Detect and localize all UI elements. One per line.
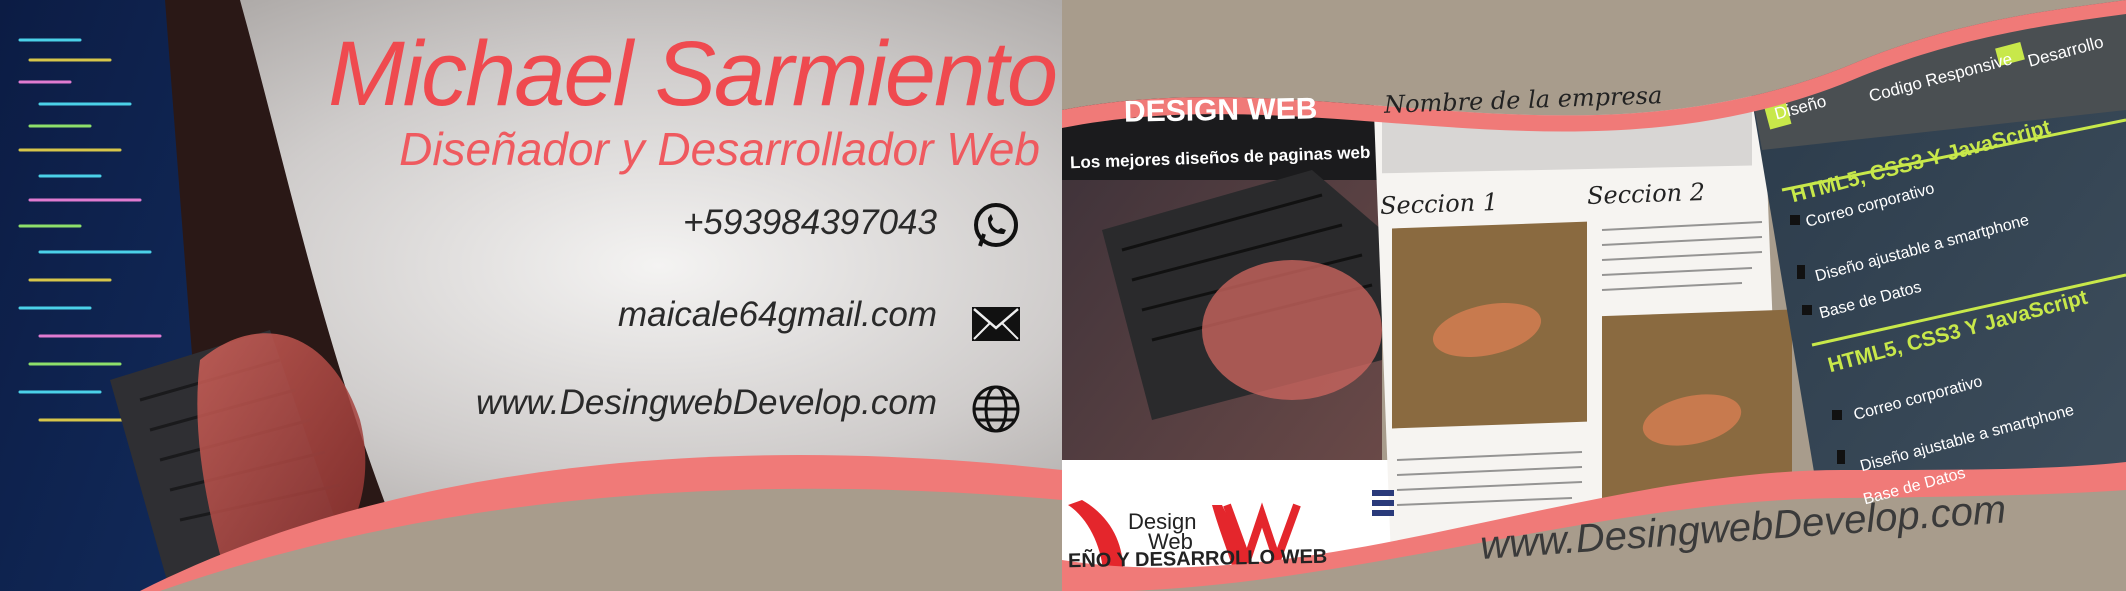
- globe-icon: [972, 385, 1020, 433]
- email-address: maicale64gmail.com: [617, 295, 937, 334]
- mockup-logo: Design Web: [1128, 511, 1196, 553]
- website-url: www.DesingwebDevelop.com: [475, 383, 937, 422]
- card-back: DESIGN WEB Los mejores diseños de pagina…: [1062, 0, 2126, 591]
- whatsapp-icon: [974, 203, 1018, 247]
- card-holder-name: Michael Sarmiento: [328, 22, 1058, 127]
- first-name: Michael: [328, 23, 633, 125]
- card-front: Michael Sarmiento Diseñador y Desarrolla…: [0, 0, 1062, 591]
- mockup-section-2: Seccion 2: [1586, 177, 1706, 211]
- last-name: Sarmiento: [654, 23, 1058, 125]
- card-holder-role: Diseñador y Desarrollador Web: [399, 123, 1040, 175]
- mail-icon: [972, 307, 1020, 341]
- mockup-logo-tagline: EÑO Y DESARROLLO WEB: [1067, 545, 1328, 573]
- mockup-banner-title: DESIGN WEB: [1123, 92, 1318, 129]
- business-card: Michael Sarmiento Diseñador y Desarrolla…: [0, 0, 2126, 591]
- mockup-section-1: Seccion 1: [1379, 187, 1499, 221]
- phone-number: +593984397043: [682, 203, 937, 242]
